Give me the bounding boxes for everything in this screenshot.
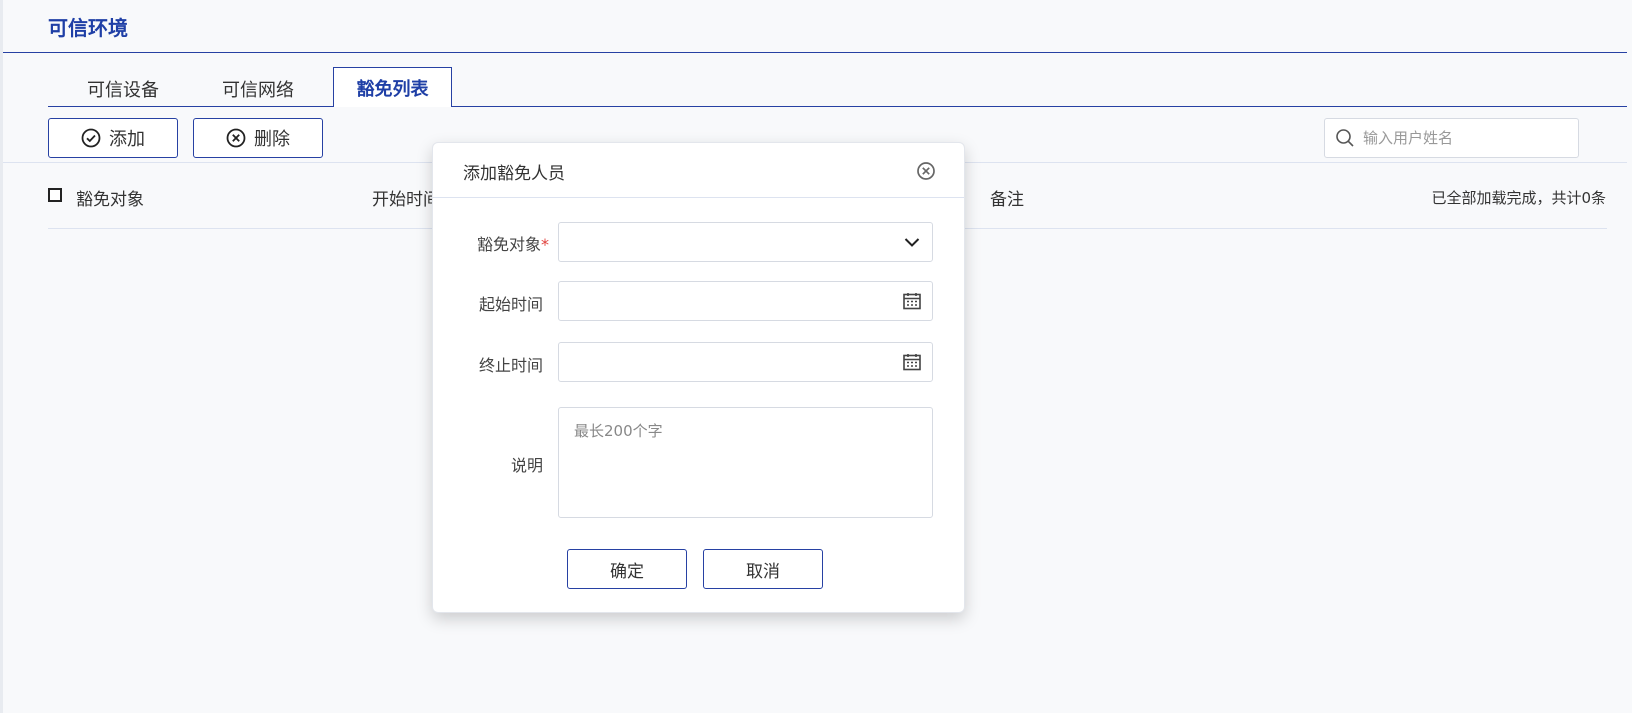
start-time-field bbox=[558, 281, 933, 321]
end-time-label: 终止时间 bbox=[478, 356, 543, 375]
start-time-input[interactable] bbox=[569, 291, 893, 311]
cancel-button[interactable]: 取消 bbox=[703, 549, 823, 589]
close-circle-icon bbox=[226, 128, 246, 148]
column-header-start-time: 开始时间 bbox=[372, 190, 440, 210]
delete-button-label: 删除 bbox=[254, 129, 290, 150]
tabs-divider bbox=[48, 106, 1627, 107]
header-divider bbox=[3, 52, 1627, 53]
left-edge bbox=[0, 0, 3, 713]
delete-button[interactable]: 删除 bbox=[193, 118, 323, 158]
tab-trusted-networks[interactable]: 可信网络 bbox=[222, 76, 294, 102]
column-header-target: 豁免对象 bbox=[76, 190, 144, 210]
calendar-icon[interactable] bbox=[902, 352, 922, 372]
load-status: 已全部加载完成，共计0条 bbox=[1431, 189, 1606, 207]
target-select[interactable] bbox=[558, 222, 933, 262]
tab-trusted-devices[interactable]: 可信设备 bbox=[87, 76, 159, 102]
confirm-button[interactable]: 确定 bbox=[567, 549, 687, 589]
add-button-label: 添加 bbox=[109, 129, 145, 150]
description-textarea[interactable] bbox=[558, 407, 933, 518]
end-time-input[interactable] bbox=[569, 352, 893, 372]
calendar-icon[interactable] bbox=[902, 291, 922, 311]
search-input[interactable] bbox=[1361, 128, 1575, 148]
column-header-remark: 备注 bbox=[990, 190, 1024, 210]
target-field-label: 豁免对象* bbox=[439, 231, 549, 255]
search-box bbox=[1324, 118, 1579, 158]
end-time-field bbox=[558, 342, 933, 382]
dialog-title: 添加豁免人员 bbox=[463, 164, 565, 184]
check-circle-icon bbox=[81, 128, 101, 148]
start-time-label: 起始时间 bbox=[478, 295, 543, 314]
select-all-checkbox[interactable] bbox=[48, 188, 62, 202]
search-icon bbox=[1335, 128, 1355, 148]
tab-exemption-list[interactable]: 豁免列表 bbox=[333, 67, 452, 107]
chevron-down-icon bbox=[902, 232, 922, 252]
page-title: 可信环境 bbox=[48, 16, 128, 40]
description-label: 说明 bbox=[510, 456, 543, 475]
required-mark: * bbox=[541, 235, 549, 254]
dialog-header-divider bbox=[433, 197, 964, 198]
close-icon[interactable] bbox=[916, 161, 936, 181]
target-label-text: 豁免对象 bbox=[476, 235, 541, 254]
active-tab-gap bbox=[334, 106, 451, 107]
add-exemption-dialog: 添加豁免人员 豁免对象* 起始时间 终止时间 说明 确定 取消 bbox=[432, 142, 965, 613]
add-button[interactable]: 添加 bbox=[48, 118, 178, 158]
